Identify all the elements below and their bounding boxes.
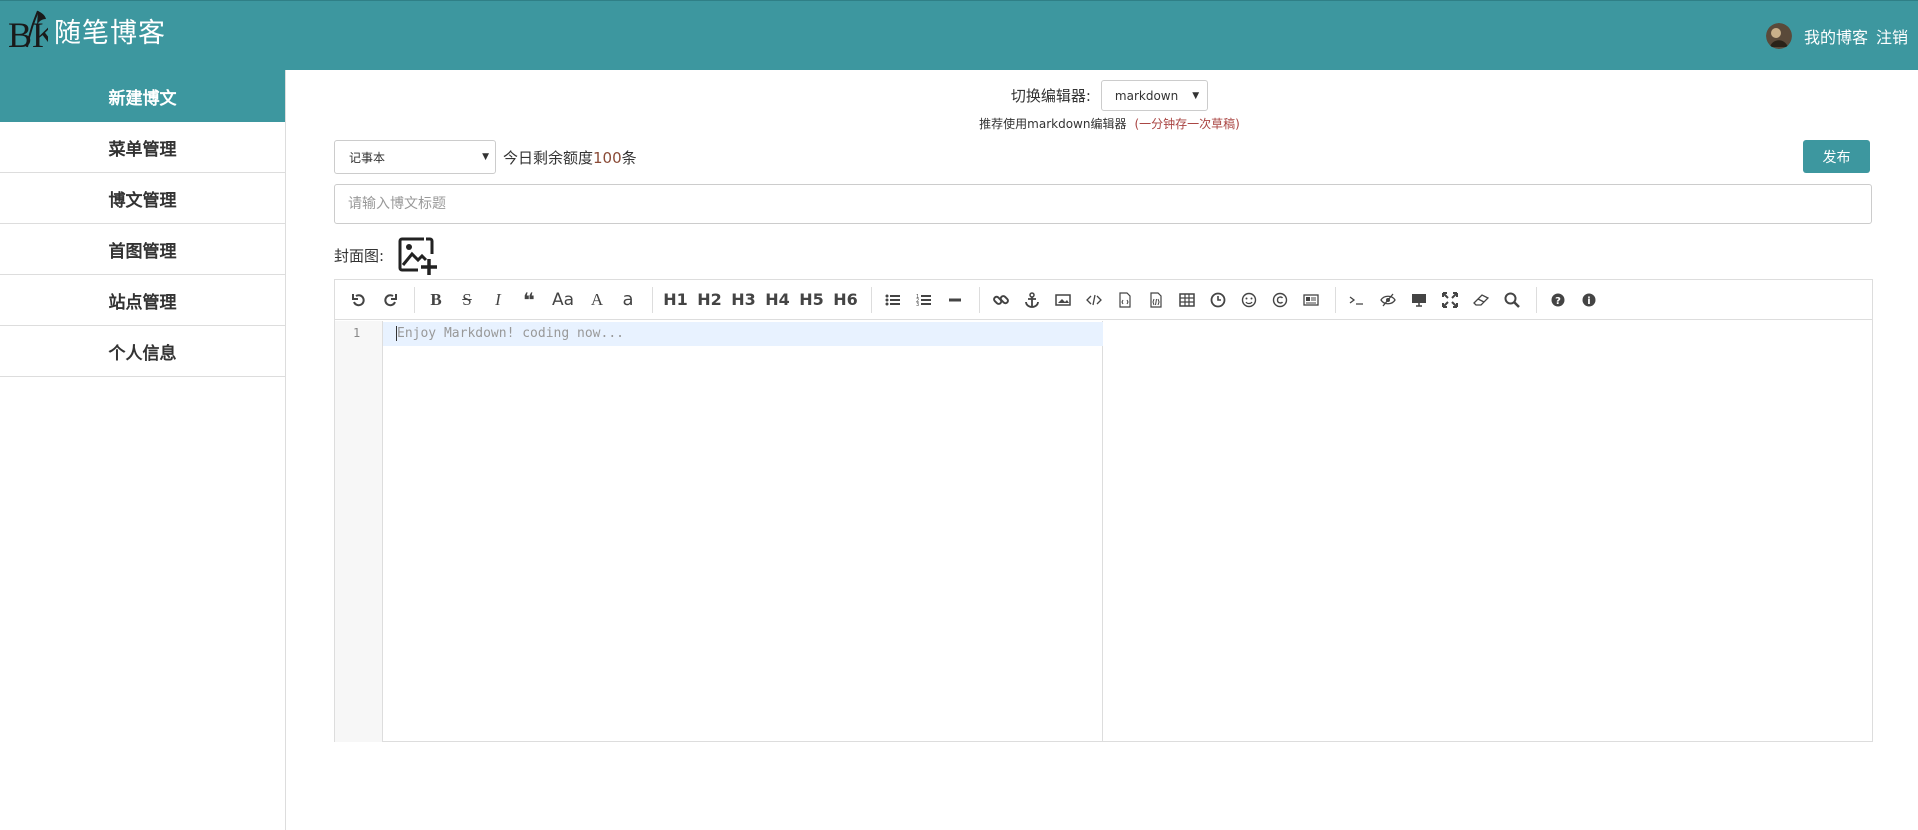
active-line[interactable]: Enjoy Markdown! coding now... xyxy=(383,322,1103,346)
add-image-icon[interactable] xyxy=(396,234,438,276)
uppercase-icon[interactable]: Aa xyxy=(548,288,578,312)
quota-suffix: 条 xyxy=(621,148,637,167)
toolbar-divider xyxy=(871,286,872,313)
pagebreak-icon[interactable] xyxy=(1299,288,1323,312)
fullscreen-icon[interactable] xyxy=(1438,288,1462,312)
category-select[interactable]: 记事本 ▼ xyxy=(334,140,496,174)
markdown-editor: B S I ❝ Aa A a H1 H2 H3 H4 H5 H6 123 ? i… xyxy=(334,279,1873,742)
search-icon[interactable] xyxy=(1500,288,1524,312)
unordered-list-icon[interactable] xyxy=(881,288,905,312)
h1-button[interactable]: H1 xyxy=(662,288,689,312)
cover-label: 封面图: xyxy=(334,246,385,265)
cover-row: 封面图: xyxy=(334,234,438,276)
caret-down-icon: ▼ xyxy=(482,152,489,162)
image-icon[interactable] xyxy=(1051,288,1075,312)
svg-text:3: 3 xyxy=(916,302,919,308)
clear-icon[interactable] xyxy=(1469,288,1493,312)
editor-select-value: markdown xyxy=(1114,88,1179,103)
post-meta-row: 记事本 ▼ 今日剩余额度100条 发布 xyxy=(334,140,1870,174)
h5-button[interactable]: H5 xyxy=(798,288,825,312)
header-user-area: 我的博客 注销 xyxy=(1765,23,1908,49)
table-icon[interactable] xyxy=(1175,288,1199,312)
html-entities-icon[interactable] xyxy=(1268,288,1292,312)
undo-icon[interactable] xyxy=(347,288,371,312)
sidebar-item-new-post[interactable]: 新建博文 xyxy=(0,70,285,122)
draft-tip: (一分钟存一次草稿) xyxy=(1134,117,1240,131)
help-icon[interactable]: ? xyxy=(1546,288,1570,312)
h3-button[interactable]: H3 xyxy=(730,288,757,312)
emoji-icon[interactable] xyxy=(1237,288,1261,312)
upper-case-icon[interactable]: A xyxy=(585,288,609,312)
sidebar-item-menu-manage[interactable]: 菜单管理 xyxy=(0,122,285,173)
editor-toolbar: B S I ❝ Aa A a H1 H2 H3 H4 H5 H6 123 ? i xyxy=(335,280,1872,320)
top-header: BK 随笔博客 我的博客 注销 xyxy=(0,0,1918,70)
h4-button[interactable]: H4 xyxy=(764,288,791,312)
italic-icon[interactable]: I xyxy=(486,288,510,312)
svg-text:BK: BK xyxy=(8,15,48,53)
h2-button[interactable]: H2 xyxy=(696,288,723,312)
quota-text: 今日剩余额度100条 xyxy=(503,147,637,168)
h6-button[interactable]: H6 xyxy=(832,288,859,312)
editor-placeholder: Enjoy Markdown! coding now... xyxy=(396,326,624,341)
lower-case-icon[interactable]: a xyxy=(616,288,640,312)
ordered-list-icon[interactable]: 123 xyxy=(912,288,936,312)
quota-number: 100 xyxy=(593,148,622,167)
main-content: 切换编辑器: markdown ▼ 推荐使用markdown编辑器 (一分钟存一次… xyxy=(286,70,1918,830)
site-name: 随笔博客 xyxy=(54,17,166,49)
my-blog-link[interactable]: 我的博客 xyxy=(1804,24,1868,48)
editor-recommend: 推荐使用markdown编辑器 (一分钟存一次草稿) xyxy=(286,115,1918,132)
bold-icon[interactable]: B xyxy=(424,288,448,312)
sidebar-item-banner-manage[interactable]: 首图管理 xyxy=(0,224,285,275)
sidebar-item-post-manage[interactable]: 博文管理 xyxy=(0,173,285,224)
horizontal-rule-icon[interactable] xyxy=(943,288,967,312)
strikethrough-icon[interactable]: S xyxy=(455,288,479,312)
toolbar-divider xyxy=(1335,286,1336,313)
sidebar-item-site-manage[interactable]: 站点管理 xyxy=(0,275,285,326)
sidebar-item-profile[interactable]: 个人信息 xyxy=(0,326,285,377)
line-number: 1 xyxy=(353,326,361,340)
toolbar-divider xyxy=(652,286,653,313)
info-icon[interactable]: i xyxy=(1577,288,1601,312)
code-icon[interactable] xyxy=(1082,288,1106,312)
caret-down-icon: ▼ xyxy=(1192,90,1200,101)
datetime-icon[interactable] xyxy=(1206,288,1230,312)
editor-switch-label: 切换编辑器: xyxy=(1010,87,1091,105)
recommend-text: 推荐使用markdown编辑器 xyxy=(979,117,1127,131)
preview-icon[interactable] xyxy=(1407,288,1431,312)
site-logo[interactable]: BK 随笔博客 xyxy=(8,7,166,53)
markdown-preview xyxy=(1104,321,1872,742)
editor-select[interactable]: markdown ▼ xyxy=(1100,80,1209,111)
watch-toggle-icon[interactable] xyxy=(1376,288,1400,312)
markdown-code-area[interactable]: 1 Enjoy Markdown! coding now... xyxy=(335,321,1103,742)
svg-text:?: ? xyxy=(1555,296,1561,307)
toolbar-divider xyxy=(979,286,980,313)
redo-icon[interactable] xyxy=(378,288,402,312)
sidebar: 新建博文 菜单管理 博文管理 首图管理 站点管理 个人信息 xyxy=(0,70,286,830)
quota-prefix: 今日剩余额度 xyxy=(503,148,594,167)
anchor-icon[interactable] xyxy=(1020,288,1044,312)
goto-line-icon[interactable] xyxy=(1345,288,1369,312)
code-block-icon[interactable] xyxy=(1144,288,1168,312)
category-select-value: 记事本 xyxy=(349,150,386,165)
publish-button[interactable]: 发布 xyxy=(1803,140,1870,173)
toolbar-divider xyxy=(1536,286,1537,313)
quote-icon[interactable]: ❝ xyxy=(517,288,541,312)
link-icon[interactable] xyxy=(989,288,1013,312)
svg-text:i: i xyxy=(1587,296,1590,307)
preformatted-text-icon[interactable] xyxy=(1113,288,1137,312)
post-title-input[interactable] xyxy=(334,184,1872,224)
line-gutter: 1 xyxy=(335,321,383,742)
logo-mark: BK xyxy=(8,7,48,53)
toolbar-divider xyxy=(414,286,415,313)
logout-link[interactable]: 注销 xyxy=(1876,24,1908,48)
editor-switch-row: 切换编辑器: markdown ▼ xyxy=(286,80,1918,111)
avatar[interactable] xyxy=(1765,23,1792,49)
